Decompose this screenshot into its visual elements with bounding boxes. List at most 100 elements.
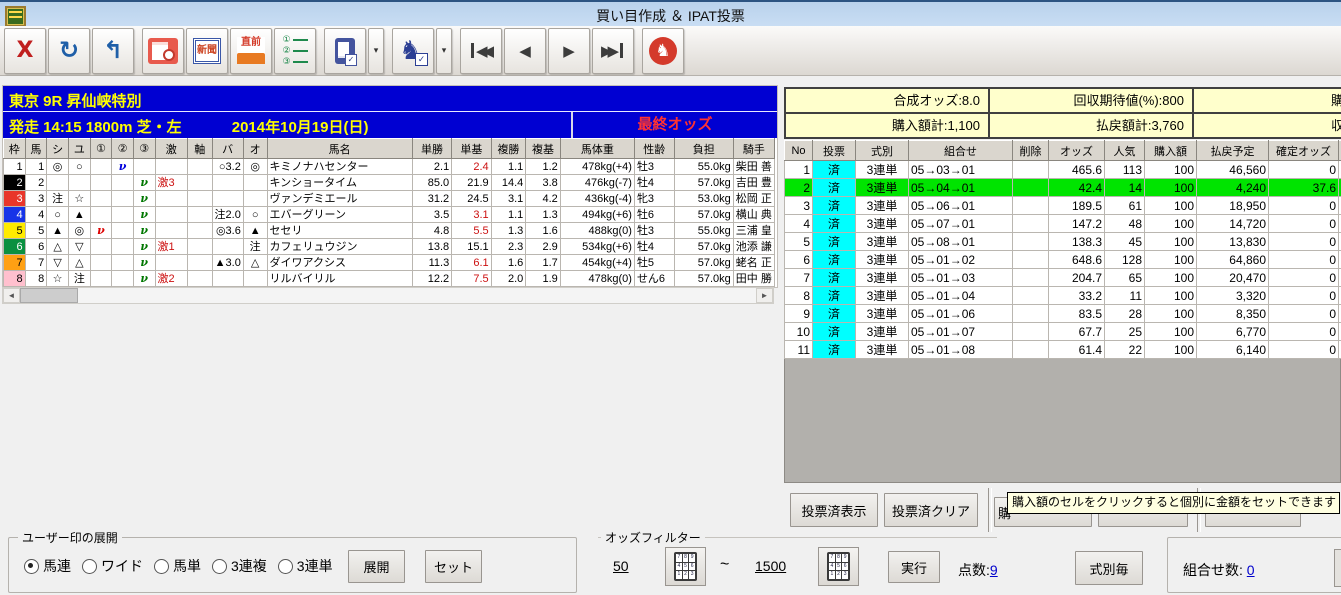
fixed-cell[interactable]: 0 <box>1268 160 1339 179</box>
del-cell[interactable] <box>1012 250 1049 269</box>
tan-cell[interactable]: 2.1 <box>411 158 453 175</box>
no-cell[interactable]: 7 <box>784 268 813 287</box>
radio-icon[interactable] <box>212 558 227 574</box>
m3-cell[interactable]: ν <box>132 222 156 239</box>
odds-cell[interactable]: 204.7 <box>1048 268 1105 287</box>
ba-cell[interactable] <box>211 270 244 287</box>
pop-cell[interactable]: 25 <box>1104 322 1145 341</box>
pop-cell[interactable]: 45 <box>1104 232 1145 251</box>
min-numpad-button[interactable]: 789456123 <box>665 547 706 586</box>
odds-cell[interactable]: 648.6 <box>1048 250 1105 269</box>
vote-cell[interactable]: 済 <box>812 268 856 287</box>
amount-cell[interactable]: 100 <box>1144 304 1197 323</box>
weight-cell[interactable]: 478kg(0) <box>559 270 635 287</box>
m2-cell[interactable] <box>111 206 134 223</box>
sex-cell[interactable]: 牡3 <box>633 158 675 175</box>
no-cell[interactable]: 3 <box>784 196 813 215</box>
combo-cell[interactable]: 05→01→06 <box>908 304 1013 323</box>
odds-cell[interactable]: 465.6 <box>1048 160 1105 179</box>
fukuki-cell[interactable]: 3.8 <box>525 174 561 191</box>
scroll-right-icon[interactable]: ► <box>756 288 773 303</box>
type-cell[interactable]: 3連単 <box>855 322 909 341</box>
geki-cell[interactable]: 激3 <box>154 174 189 191</box>
points-value-link[interactable]: 9 <box>990 562 998 578</box>
sex-cell[interactable]: 牝3 <box>633 190 675 207</box>
vote-cell[interactable]: 済 <box>812 196 856 215</box>
geki-cell[interactable]: 激2 <box>154 270 189 287</box>
m2-cell[interactable] <box>111 222 134 239</box>
weight-cell[interactable]: 534kg(+6) <box>559 238 635 255</box>
name-cell[interactable]: リルバイリル <box>266 270 413 287</box>
yu-cell[interactable]: ☆ <box>67 190 91 207</box>
del-cell[interactable] <box>1012 178 1049 197</box>
combo-cell[interactable]: 05→01→08 <box>908 340 1013 359</box>
fixed-cell[interactable]: 0 <box>1268 250 1339 269</box>
type-cell[interactable]: 3連単 <box>855 160 909 179</box>
geki-cell[interactable] <box>154 190 189 207</box>
tan-cell[interactable]: 85.0 <box>411 174 453 191</box>
pop-cell[interactable]: 28 <box>1104 304 1145 323</box>
fixed-cell[interactable]: 0 <box>1268 232 1339 251</box>
combo-value-link[interactable]: 0 <box>1247 562 1255 578</box>
combo-cell[interactable]: 05→01→02 <box>908 250 1013 269</box>
fuku-cell[interactable]: 2.3 <box>490 238 527 255</box>
m1-cell[interactable] <box>89 158 113 175</box>
no-cell[interactable]: 9 <box>784 304 813 323</box>
odds-min-link[interactable]: 50 <box>613 558 629 574</box>
undo-button[interactable]: ↰ <box>92 27 134 74</box>
no-cell[interactable]: 8 <box>784 286 813 305</box>
load-cell[interactable]: 57.0kg <box>673 238 734 255</box>
close-button[interactable]: X <box>4 27 46 74</box>
shi-cell[interactable]: ☆ <box>46 270 69 287</box>
uma-cell[interactable]: 7 <box>24 254 48 271</box>
jiku-cell[interactable] <box>187 206 213 223</box>
m3-cell[interactable]: ν <box>132 238 156 255</box>
no-cell[interactable]: 1 <box>784 160 813 179</box>
pop-cell[interactable]: 11 <box>1104 286 1145 305</box>
combo-cell[interactable]: 05→01→04 <box>908 286 1013 305</box>
name-cell[interactable]: ヴァンデミエール <box>266 190 413 207</box>
newspaper-button[interactable]: 新聞 <box>186 27 228 74</box>
vote-cell[interactable]: 済 <box>812 322 856 341</box>
payout-cell[interactable]: 18,950 <box>1196 196 1269 215</box>
shi-cell[interactable]: △ <box>46 238 69 255</box>
load-cell[interactable]: 57.0kg <box>673 174 734 191</box>
tan-cell[interactable]: 11.3 <box>411 254 453 271</box>
fixed-cell[interactable]: 0 <box>1268 322 1339 341</box>
m1-cell[interactable] <box>89 206 113 223</box>
fukuki-cell[interactable]: 1.9 <box>525 270 561 287</box>
sex-cell[interactable]: 牡4 <box>633 238 675 255</box>
yu-cell[interactable]: 注 <box>67 270 91 287</box>
yu-cell[interactable]: ▽ <box>67 238 91 255</box>
payout-cell[interactable]: 8,350 <box>1196 304 1269 323</box>
jra-button[interactable]: ♞ <box>642 27 684 74</box>
del-cell[interactable] <box>1012 268 1049 287</box>
fuku-cell[interactable]: 1.6 <box>490 254 527 271</box>
fukuki-cell[interactable]: 1.6 <box>525 222 561 239</box>
pop-cell[interactable]: 128 <box>1104 250 1145 269</box>
jockey-cell[interactable]: 池添 謙 <box>732 238 775 255</box>
tanki-cell[interactable]: 15.1 <box>451 238 492 255</box>
shi-cell[interactable]: ◎ <box>46 158 69 175</box>
fixed-cell[interactable]: 37.6 <box>1268 178 1339 197</box>
tanki-cell[interactable]: 24.5 <box>451 190 492 207</box>
ba-cell[interactable]: ○3.2 <box>211 158 244 175</box>
del-cell[interactable] <box>1012 286 1049 305</box>
horse-table-scrollbar[interactable]: ◄ ► <box>2 287 774 304</box>
radio-icon[interactable] <box>277 558 293 574</box>
clipped-button[interactable] <box>1334 549 1341 587</box>
fukuki-cell[interactable]: 1.7 <box>525 254 561 271</box>
shi-cell[interactable] <box>46 174 69 191</box>
fixed-cell[interactable]: 0 <box>1268 286 1339 305</box>
jockey-cell[interactable]: 蛯名 正 <box>732 254 775 271</box>
payout-cell[interactable]: 46,560 <box>1196 160 1269 179</box>
combo-cell[interactable]: 05→03→01 <box>908 160 1013 179</box>
jockey-cell[interactable]: 吉田 豊 <box>732 174 775 191</box>
pop-cell[interactable]: 113 <box>1104 160 1145 179</box>
type-cell[interactable]: 3連単 <box>855 340 909 359</box>
name-cell[interactable]: キンショータイム <box>266 174 413 191</box>
yu-cell[interactable] <box>67 174 91 191</box>
vote-cell[interactable]: 済 <box>812 178 856 197</box>
odds-cell[interactable]: 61.4 <box>1048 340 1105 359</box>
jiku-cell[interactable] <box>187 190 213 207</box>
